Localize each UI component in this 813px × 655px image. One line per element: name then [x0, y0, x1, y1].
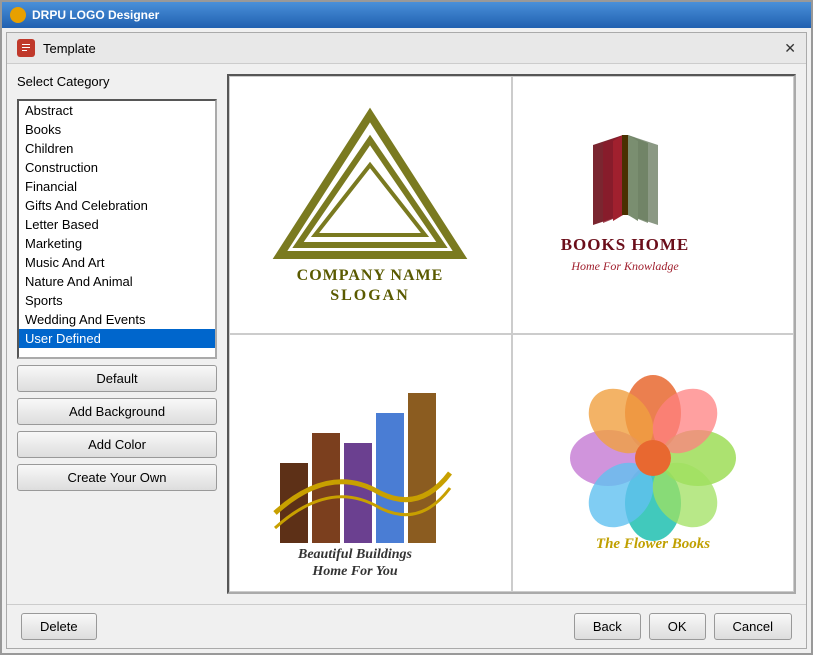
category-item-financial[interactable]: Financial	[19, 177, 215, 196]
template-cell-flower-books[interactable]: The Flower Books	[512, 334, 795, 592]
title-bar-left: DRPU LOGO Designer	[10, 7, 159, 23]
bottom-bar: Delete Back OK Cancel	[7, 604, 806, 648]
template-dialog: Template ✕ Select Category Abstract Book…	[6, 32, 807, 649]
category-item-construction[interactable]: Construction	[19, 158, 215, 177]
dialog-content: Select Category Abstract Books Children …	[7, 64, 806, 604]
dialog-title-bar: Template ✕	[7, 33, 806, 64]
category-item-gifts[interactable]: Gifts And Celebration	[19, 196, 215, 215]
cancel-button[interactable]: Cancel	[714, 613, 792, 640]
title-bar: DRPU LOGO Designer	[2, 2, 811, 28]
ok-button[interactable]: OK	[649, 613, 706, 640]
dialog-icon	[17, 39, 35, 57]
delete-button[interactable]: Delete	[21, 613, 97, 640]
add-color-button[interactable]: Add Color	[17, 431, 217, 458]
category-list[interactable]: Abstract Books Children Construction Fin…	[17, 99, 217, 359]
add-background-button[interactable]: Add Background	[17, 398, 217, 425]
svg-text:BOOKS HOME: BOOKS HOME	[560, 235, 689, 254]
template-cell-triangle[interactable]: COMPANY NAME SLOGAN	[229, 76, 512, 334]
category-item-user-defined[interactable]: User Defined	[19, 329, 215, 348]
dialog-title-text: Template	[43, 41, 96, 56]
svg-text:Home For Knowladge: Home For Knowladge	[570, 259, 679, 273]
category-item-music[interactable]: Music And Art	[19, 253, 215, 272]
left-panel: Select Category Abstract Books Children …	[17, 74, 217, 594]
app-title: DRPU LOGO Designer	[32, 8, 159, 22]
bottom-right-buttons: Back OK Cancel	[574, 613, 792, 640]
app-icon	[10, 7, 26, 23]
svg-text:The Flower Books: The Flower Books	[596, 536, 710, 552]
svg-text:Home For You: Home For You	[312, 564, 399, 579]
svg-text:COMPANY NAME: COMPANY NAME	[297, 267, 444, 284]
category-item-nature[interactable]: Nature And Animal	[19, 272, 215, 291]
category-item-letter[interactable]: Letter Based	[19, 215, 215, 234]
select-category-label: Select Category	[17, 74, 217, 89]
create-your-own-button[interactable]: Create Your Own	[17, 464, 217, 491]
category-item-children[interactable]: Children	[19, 139, 215, 158]
template-cell-books-home[interactable]: BOOKS HOME Home For Knowladge	[512, 76, 795, 334]
template-cell-buildings[interactable]: Beautiful Buildings Home For You	[229, 334, 512, 592]
svg-text:SLOGAN: SLOGAN	[330, 287, 410, 304]
category-item-wedding[interactable]: Wedding And Events	[19, 310, 215, 329]
svg-text:Beautiful Buildings: Beautiful Buildings	[297, 547, 413, 562]
default-button[interactable]: Default	[17, 365, 217, 392]
main-window: DRPU LOGO Designer Template ✕ Select Cat…	[0, 0, 813, 655]
category-item-books[interactable]: Books	[19, 120, 215, 139]
template-grid: COMPANY NAME SLOGAN	[227, 74, 796, 594]
dialog-close-button[interactable]: ✕	[784, 40, 796, 57]
category-item-marketing[interactable]: Marketing	[19, 234, 215, 253]
back-button[interactable]: Back	[574, 613, 641, 640]
category-item-sports[interactable]: Sports	[19, 291, 215, 310]
category-item-abstract[interactable]: Abstract	[19, 101, 215, 120]
